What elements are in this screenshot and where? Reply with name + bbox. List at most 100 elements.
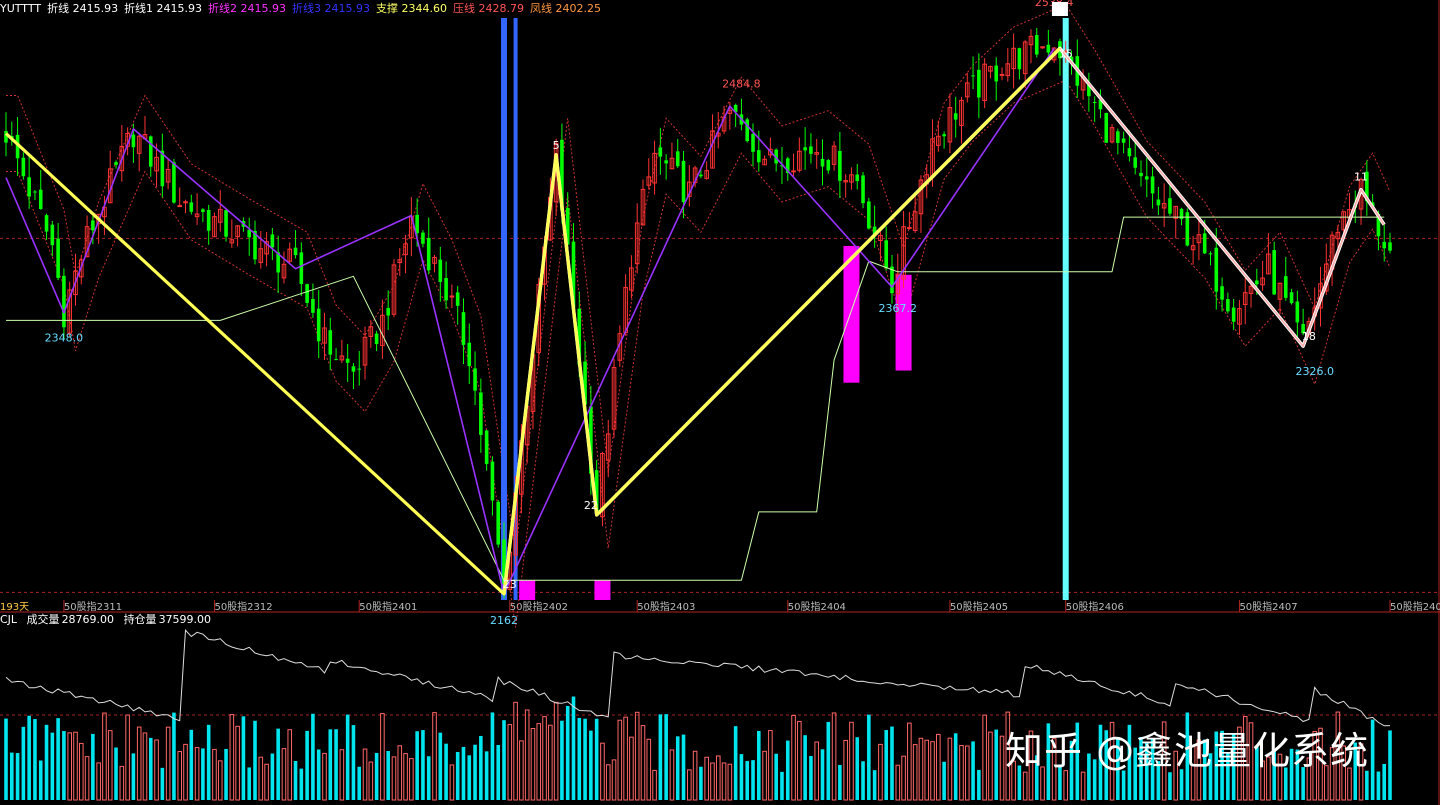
volume-bar	[611, 759, 617, 801]
volume-bar	[253, 720, 257, 800]
volume-bar	[114, 747, 118, 800]
candle-body	[44, 215, 49, 232]
volume-bar	[571, 696, 576, 800]
candle-body	[1121, 138, 1126, 143]
volume-bar	[831, 712, 837, 801]
volume-bar	[692, 750, 698, 801]
price-annotation-2: 2484.8	[722, 77, 761, 90]
volume-bar	[536, 723, 542, 801]
volume-bar	[432, 712, 437, 801]
volume-bar	[467, 755, 472, 800]
candle-body	[1017, 48, 1022, 70]
volume-bar	[907, 722, 912, 801]
volume-bar	[270, 753, 275, 800]
candle-body	[172, 162, 176, 203]
volume-bar	[513, 701, 518, 801]
candle-body	[838, 151, 842, 181]
volume-bar	[971, 741, 975, 800]
candle-body	[148, 136, 153, 167]
volume-bar	[982, 714, 987, 801]
volume-bar	[780, 771, 784, 800]
volume-bar	[710, 762, 715, 801]
candle-body	[855, 174, 860, 182]
x-tick-label-9: 50股指2408	[1390, 600, 1440, 613]
volume-bar	[994, 729, 999, 800]
volume-bar	[785, 740, 790, 800]
volume-bar	[444, 743, 448, 800]
price-annotation-3: 2367.2	[879, 302, 918, 315]
volume-bar	[895, 764, 901, 801]
candle-body	[426, 237, 431, 271]
volume-bar	[50, 732, 55, 800]
candle-body	[907, 227, 912, 230]
days-count: 193天	[0, 602, 30, 613]
volume-bar	[380, 713, 385, 801]
upper-band	[6, 3, 1391, 552]
candle-body	[21, 157, 26, 177]
header-item-6: 凤线 2402.25	[529, 2, 601, 15]
volume-bar	[415, 731, 419, 800]
symbol-label[interactable]: YUTTTT	[0, 2, 41, 15]
volume-bar	[1080, 771, 1086, 801]
candle-body	[206, 209, 211, 231]
candle-body	[490, 461, 495, 501]
volume-bar	[675, 736, 680, 800]
volume-bar	[172, 712, 176, 800]
candle-body	[50, 224, 55, 246]
peak-marker	[1051, 2, 1068, 16]
volume-bar	[704, 756, 709, 801]
candle-body	[496, 501, 501, 545]
volume-bar	[391, 756, 397, 801]
volume-bar	[241, 716, 246, 800]
candle-body	[38, 189, 43, 209]
candle-body	[803, 147, 807, 151]
candle-body	[1226, 299, 1230, 312]
volume-bar	[229, 714, 235, 801]
volume-bar	[669, 749, 675, 801]
candle-body	[328, 330, 333, 355]
kline-chart[interactable]: 50股指2311 50股指2312 50股指2401 50股指2402 50股指2403…	[0, 0, 1440, 805]
candle-body	[1150, 176, 1155, 194]
candle-body	[299, 252, 304, 284]
x-tick-label-5: 50股指2404	[788, 600, 846, 613]
volume-bar	[634, 711, 640, 801]
support-line	[6, 216, 1385, 581]
volume-bar	[589, 730, 593, 800]
candle-body	[438, 259, 443, 282]
volume-bar	[461, 746, 466, 800]
volume-bar	[357, 766, 362, 800]
candle-body	[316, 308, 321, 342]
volume-bar	[15, 753, 20, 800]
watermark: 知乎 @鑫池量化系统	[1005, 729, 1370, 773]
volume-bar	[316, 749, 321, 800]
volume-bar	[901, 755, 906, 801]
volume-bar	[183, 743, 188, 801]
header-item-2: 折线2 2415.93	[208, 2, 287, 15]
volume-bar	[374, 752, 379, 800]
candle-body	[224, 210, 228, 237]
volume-bar	[247, 767, 252, 800]
header-item-5: 压线 2428.79	[453, 2, 524, 15]
candle-body	[809, 146, 813, 154]
volume-bar	[936, 733, 941, 801]
volume-bar	[194, 747, 200, 801]
candle-body	[374, 333, 379, 344]
volume-bar	[843, 739, 848, 801]
volume-bar	[530, 727, 536, 801]
candle-body	[675, 151, 680, 167]
candle-body	[201, 209, 205, 212]
candle-body	[1283, 276, 1288, 298]
volume-bar	[421, 730, 425, 800]
volume-bar	[751, 760, 755, 800]
volume-bar	[264, 763, 269, 801]
volume-bar	[739, 754, 744, 800]
volume-bar	[27, 715, 31, 800]
candle-body	[386, 307, 390, 316]
volume-bar	[745, 761, 750, 800]
volume-bar	[142, 732, 148, 801]
marker-bar-1	[1062, 18, 1069, 600]
volume-bar	[299, 768, 304, 800]
volume-indicator-name[interactable]: CJL	[0, 613, 17, 626]
volume-bar	[924, 739, 930, 801]
volume-bar	[861, 761, 865, 800]
